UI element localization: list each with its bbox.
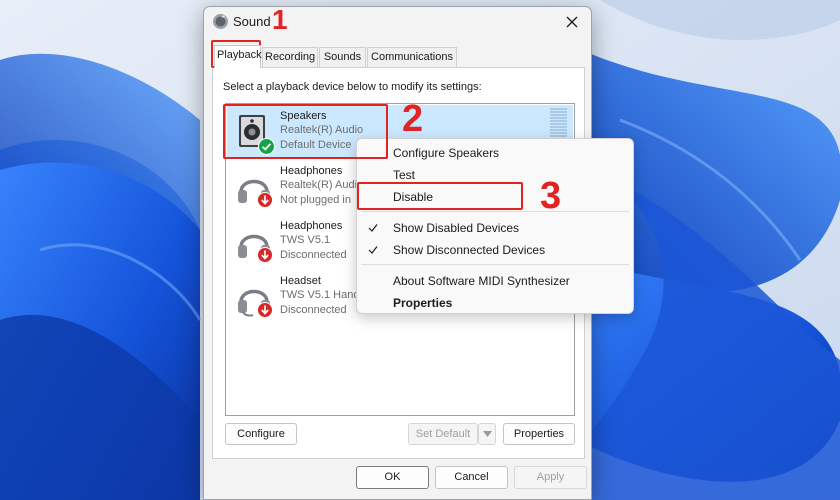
chevron-down-icon: [483, 431, 492, 437]
unplugged-arrow-icon: [257, 192, 273, 208]
annotation-step-2: 2: [402, 98, 424, 140]
checkmark-icon: [368, 224, 378, 232]
device-driver: TWS V5.1 Hands: [280, 289, 365, 301]
device-status: Not plugged in: [280, 194, 351, 206]
set-default-dropdown[interactable]: [478, 423, 496, 445]
device-status: Disconnected: [280, 249, 347, 261]
tab-playback[interactable]: Playback: [214, 45, 262, 68]
instruction-text: Select a playback device below to modify…: [223, 81, 482, 93]
menu-item-test[interactable]: Test: [393, 168, 415, 182]
apply-button[interactable]: Apply: [514, 466, 587, 489]
device-name: Headphones: [280, 165, 343, 177]
annotation-box-speakers: [223, 104, 388, 159]
menu-item-show-disconnected-devices[interactable]: Show Disconnected Devices: [393, 243, 545, 257]
annotation-box-disable: [357, 182, 523, 210]
cancel-button[interactable]: Cancel: [435, 466, 508, 489]
configure-button[interactable]: Configure: [225, 423, 297, 445]
device-name: Headset: [280, 275, 321, 287]
dialog-title: Sound: [233, 14, 271, 29]
checkmark-icon: [368, 246, 378, 254]
volume-level-meter: [550, 108, 567, 138]
tab-communications[interactable]: Communications: [367, 47, 457, 67]
menu-item-show-disabled-devices[interactable]: Show Disabled Devices: [393, 221, 519, 235]
unplugged-arrow-icon: [257, 247, 273, 263]
device-context-menu: Configure Speakers Test Disable Show Dis…: [356, 138, 634, 314]
tab-recording[interactable]: Recording: [262, 47, 318, 67]
unplugged-arrow-icon: [257, 302, 273, 318]
menu-item-properties[interactable]: Properties: [393, 296, 452, 310]
device-status: Disconnected: [280, 304, 347, 316]
menu-separator: [361, 211, 629, 212]
device-name: Headphones: [280, 220, 343, 232]
device-driver: TWS V5.1: [280, 234, 331, 246]
properties-button[interactable]: Properties: [503, 423, 575, 445]
annotation-step-1: 1: [272, 4, 288, 35]
ok-button[interactable]: OK: [356, 466, 429, 489]
menu-item-configure-speakers[interactable]: Configure Speakers: [393, 146, 499, 160]
device-driver: Realtek(R) Audio: [280, 179, 364, 191]
close-icon[interactable]: [561, 11, 583, 33]
tab-sounds[interactable]: Sounds: [319, 47, 366, 67]
sound-app-icon: [213, 14, 228, 29]
title-bar[interactable]: Sound: [204, 7, 591, 37]
set-default-button[interactable]: Set Default: [408, 423, 478, 445]
menu-separator: [361, 264, 629, 265]
menu-item-about-midi-synthesizer[interactable]: About Software MIDI Synthesizer: [393, 274, 570, 288]
annotation-step-3: 3: [540, 175, 562, 217]
